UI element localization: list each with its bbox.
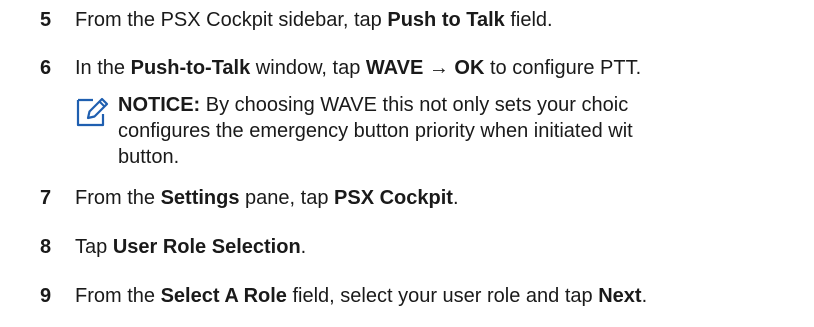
step-text-part: .	[641, 285, 648, 307]
ui-term: Push to Talk	[387, 9, 505, 31]
notice-line-2: configures the emergency button priority…	[118, 120, 633, 142]
ui-term: WAVE	[365, 57, 424, 79]
step-text-part: .	[452, 187, 459, 209]
notice-line-1: NOTICE: By choosing WAVE this not only s…	[118, 92, 814, 118]
step-text-part: →	[423, 57, 455, 79]
step-text: From the Settings pane, tap PSX Cockpit.	[75, 186, 459, 210]
step-text-part: pane, tap	[239, 187, 335, 209]
step-text: From the PSX Cockpit sidebar, tap Push t…	[75, 8, 553, 32]
step-text-part: From the PSX Cockpit sidebar, tap	[75, 9, 388, 31]
step-text-part: field.	[504, 9, 553, 31]
step-text-part: field, select your user role and tap	[286, 285, 599, 307]
step-number: 9	[40, 285, 52, 307]
step-number: 8	[40, 236, 52, 258]
ui-term: Select A Role	[160, 285, 287, 307]
step-text: In the Push-to-Talk window, tap WAVE → O…	[75, 56, 641, 80]
step-text: From the Select A Role field, select you…	[75, 284, 647, 308]
ui-term: Push-to-Talk	[130, 57, 251, 79]
step-text-part: In the	[75, 57, 131, 79]
step-text-part: From the	[75, 285, 161, 307]
ui-term: PSX Cockpit	[334, 187, 453, 209]
step-text-part: From the	[75, 187, 161, 209]
step-text-part: window, tap	[250, 57, 366, 79]
notice-pencil-icon	[76, 97, 109, 127]
step-text-part: to configure PTT.	[484, 57, 642, 79]
ui-term: OK	[454, 57, 485, 79]
step-number: 6	[40, 57, 52, 79]
notice-label: NOTICE:	[118, 94, 201, 116]
step-number: 5	[40, 9, 52, 31]
step-text-part: Tap	[75, 236, 113, 258]
ui-term: Next	[598, 285, 642, 307]
ui-term: Settings	[160, 187, 240, 209]
ui-term: User Role Selection	[112, 236, 301, 258]
notice-text: By choosing WAVE this not only sets your…	[200, 94, 629, 116]
step-text: Tap User Role Selection.	[75, 235, 306, 259]
notice-line-3: button.	[118, 146, 180, 168]
notice-block: NOTICE: By choosing WAVE this not only s…	[118, 92, 814, 170]
step-text-part: .	[300, 236, 307, 258]
step-number: 7	[40, 187, 52, 209]
